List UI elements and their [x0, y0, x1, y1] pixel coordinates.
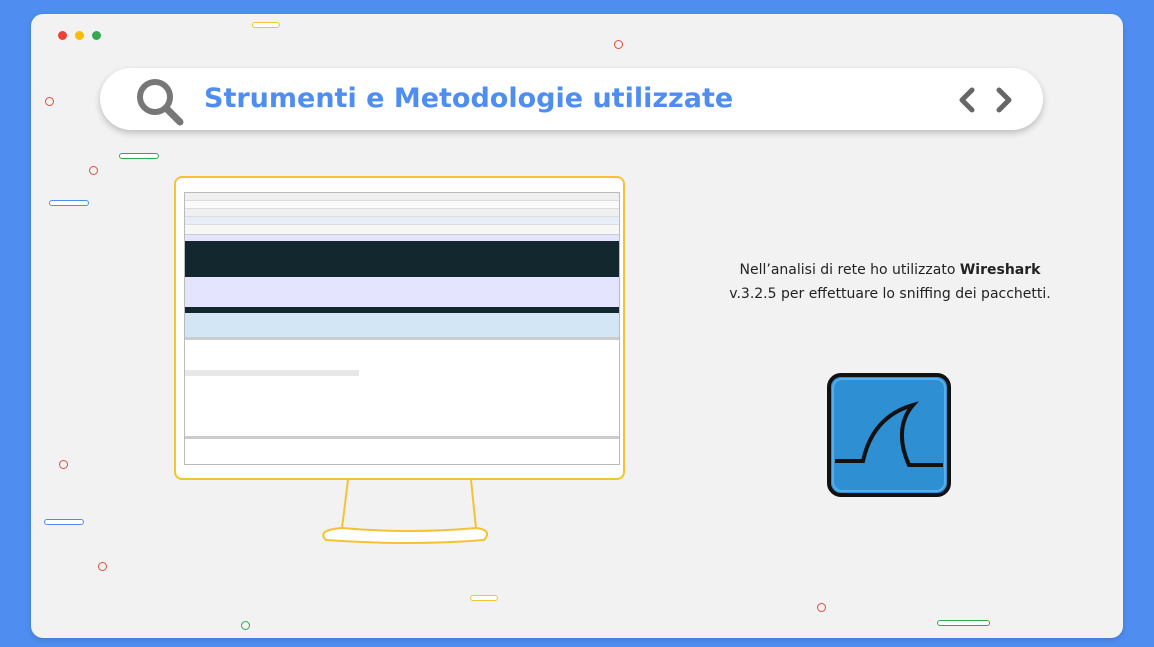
tool-name: Wireshark [959, 262, 1041, 278]
decor-pill [49, 200, 89, 206]
wireshark-screenshot [184, 192, 620, 465]
decor-pill [937, 620, 990, 626]
decor-pill [119, 153, 159, 159]
decor-pill [470, 595, 498, 601]
chevron-left-icon[interactable] [956, 86, 978, 118]
maximize-dot[interactable] [92, 31, 101, 40]
chevron-right-icon[interactable] [993, 86, 1015, 118]
close-dot[interactable] [58, 31, 67, 40]
minimize-dot[interactable] [75, 31, 84, 40]
decor-pill [44, 519, 84, 525]
decor-circle [45, 97, 54, 106]
decor-circle [614, 40, 623, 49]
page-title: Strumenti e Metodologie utilizzate [204, 83, 734, 114]
decor-circle [89, 166, 98, 175]
description-text: Nell’analisi di rete ho utilizzato Wires… [690, 258, 1090, 306]
decor-circle [59, 460, 68, 469]
title-bar: Strumenti e Metodologie utilizzate [100, 68, 1043, 130]
decor-circle [817, 603, 826, 612]
description-suffix: v.3.2.5 per effettuare lo sniffing dei p… [729, 286, 1051, 302]
decor-circle [241, 621, 250, 630]
wireshark-logo-icon [827, 373, 951, 497]
search-icon[interactable] [134, 76, 188, 130]
decor-circle [98, 562, 107, 571]
monitor-stand [322, 479, 489, 544]
decor-pill [252, 22, 280, 28]
description-prefix: Nell’analisi di rete ho utilizzato [739, 262, 960, 278]
window-controls [58, 31, 101, 40]
